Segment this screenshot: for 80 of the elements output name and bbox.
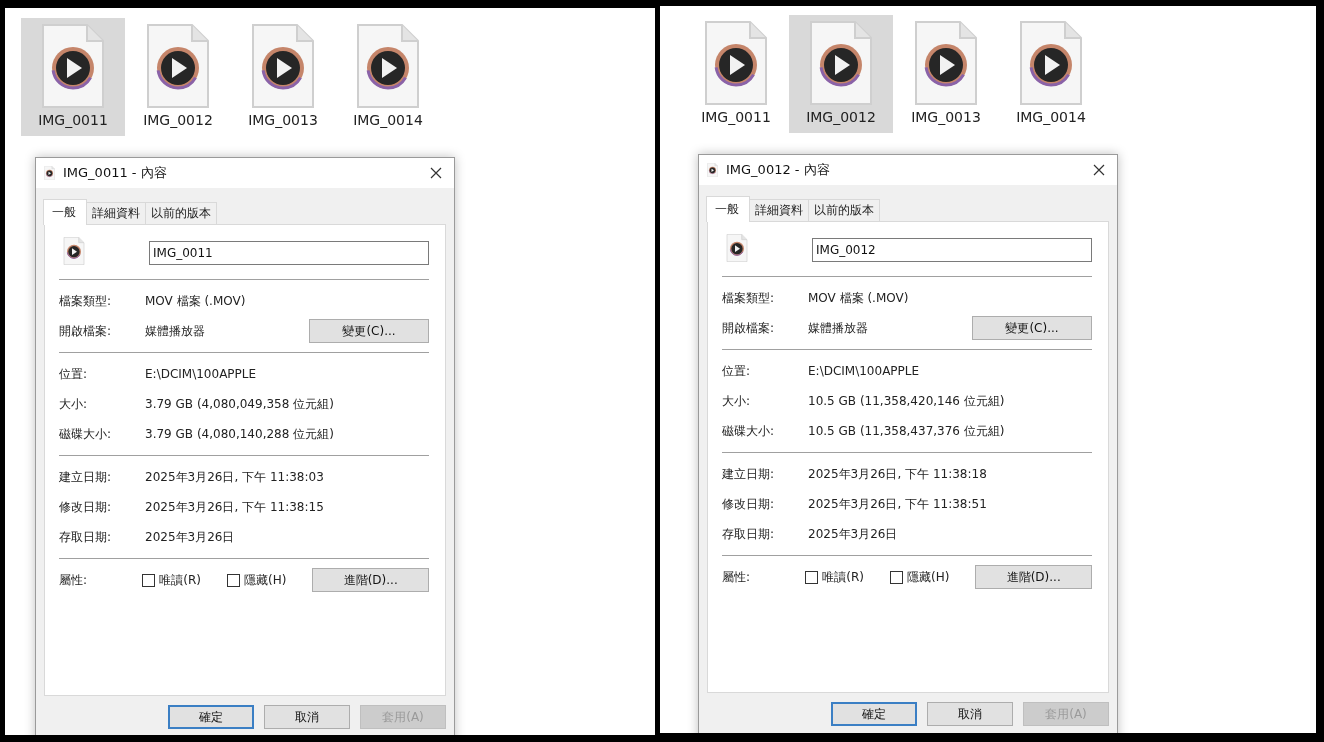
video-file-icon (146, 24, 210, 108)
property-value: 2025年3月26日, 下午 11:38:51 (808, 495, 988, 513)
property-label: 大小: (59, 395, 89, 413)
property-value: 2025年3月26日, 下午 11:38:18 (808, 465, 988, 483)
property-label: 屬性: (59, 571, 89, 589)
checkbox[interactable] (889, 570, 903, 584)
file-item[interactable]: IMG_0012 (789, 15, 893, 133)
checkbox-label[interactable]: 隱藏(H) (243, 571, 287, 589)
property-label: 檔案類型: (722, 289, 776, 307)
property-label: 開啟檔案: (722, 319, 776, 337)
property-value: 媒體播放器 (145, 322, 206, 340)
property-value: MOV 檔案 (.MOV) (145, 292, 247, 310)
advanced-button[interactable]: 進階(D)... (312, 568, 429, 592)
property-label: 修改日期: (59, 498, 113, 516)
video-file-icon (251, 24, 315, 108)
property-value: 3.79 GB (4,080,140,288 位元組) (145, 425, 335, 443)
tab[interactable]: 以前的版本 (145, 202, 217, 224)
property-value: 2025年3月26日 (808, 525, 899, 543)
property-label: 磁碟大小: (59, 425, 113, 443)
advanced-button[interactable]: 進階(D)... (975, 565, 1092, 589)
property-value: 2025年3月26日, 下午 11:38:15 (145, 498, 325, 516)
property-label: 存取日期: (722, 525, 776, 543)
property-label: 修改日期: (722, 495, 776, 513)
filename-field[interactable]: IMG_0012 (812, 238, 1092, 262)
checkbox-label[interactable]: 隱藏(H) (906, 568, 950, 586)
file-item[interactable]: IMG_0014 (999, 15, 1103, 133)
tab[interactable]: 一般 (43, 199, 87, 225)
property-value: MOV 檔案 (.MOV) (808, 289, 910, 307)
checkbox-label[interactable]: 唯讀(R) (159, 571, 201, 589)
filename-field[interactable]: IMG_0011 (149, 241, 429, 265)
tab[interactable]: 一般 (706, 196, 750, 222)
change-button[interactable]: 變更(C)... (309, 319, 429, 343)
property-label: 位置: (59, 365, 89, 383)
video-file-icon (356, 24, 420, 108)
property-label: 位置: (722, 362, 752, 380)
file-item[interactable]: IMG_0012 (126, 18, 230, 136)
video-file-icon (914, 21, 978, 105)
tab[interactable]: 以前的版本 (808, 199, 880, 221)
file-item[interactable]: IMG_0013 (231, 18, 335, 136)
file-item[interactable]: IMG_0013 (894, 15, 998, 133)
property-value: E:\DCIM\100APPLE (808, 364, 921, 378)
video-file-icon (726, 234, 748, 262)
video-file-icon (44, 166, 55, 180)
dialog-button[interactable]: 確定 (831, 702, 917, 726)
property-label: 屬性: (722, 568, 752, 586)
video-file-icon (809, 21, 873, 105)
file-item[interactable]: IMG_0011 (21, 18, 125, 136)
property-label: 存取日期: (59, 528, 113, 546)
property-value: 10.5 GB (11,358,437,376 位元組) (808, 422, 1006, 440)
property-value: E:\DCIM\100APPLE (145, 367, 258, 381)
close-icon[interactable] (430, 167, 442, 179)
video-file-icon (707, 163, 718, 177)
property-value: 3.79 GB (4,080,049,358 位元組) (145, 395, 335, 413)
dialog-button[interactable]: 取消 (927, 702, 1013, 726)
property-label: 大小: (722, 392, 752, 410)
window-title: IMG_0011 - 內容 (63, 164, 168, 182)
property-value: 媒體播放器 (808, 319, 869, 337)
checkbox[interactable] (805, 570, 819, 584)
video-file-icon (704, 21, 768, 105)
property-label: 開啟檔案: (59, 322, 113, 340)
dialog-button[interactable]: 取消 (264, 705, 350, 729)
close-icon[interactable] (1093, 164, 1105, 176)
video-file-icon (41, 24, 105, 108)
video-file-icon (1019, 21, 1083, 105)
video-file-icon (63, 237, 85, 265)
property-label: 建立日期: (722, 465, 776, 483)
property-label: 檔案類型: (59, 292, 113, 310)
dialog-button[interactable]: 確定 (168, 705, 254, 729)
property-label: 磁碟大小: (722, 422, 776, 440)
checkbox[interactable] (226, 573, 240, 587)
property-value: 2025年3月26日 (145, 528, 236, 546)
property-value: 10.5 GB (11,358,420,146 位元組) (808, 392, 1006, 410)
property-value: 2025年3月26日, 下午 11:38:03 (145, 468, 325, 486)
change-button[interactable]: 變更(C)... (972, 316, 1092, 340)
checkbox-label[interactable]: 唯讀(R) (822, 568, 864, 586)
checkbox[interactable] (142, 573, 156, 587)
property-label: 建立日期: (59, 468, 113, 486)
file-item[interactable]: IMG_0014 (336, 18, 440, 136)
window-title: IMG_0012 - 內容 (726, 161, 831, 179)
file-item[interactable]: IMG_0011 (684, 15, 788, 133)
